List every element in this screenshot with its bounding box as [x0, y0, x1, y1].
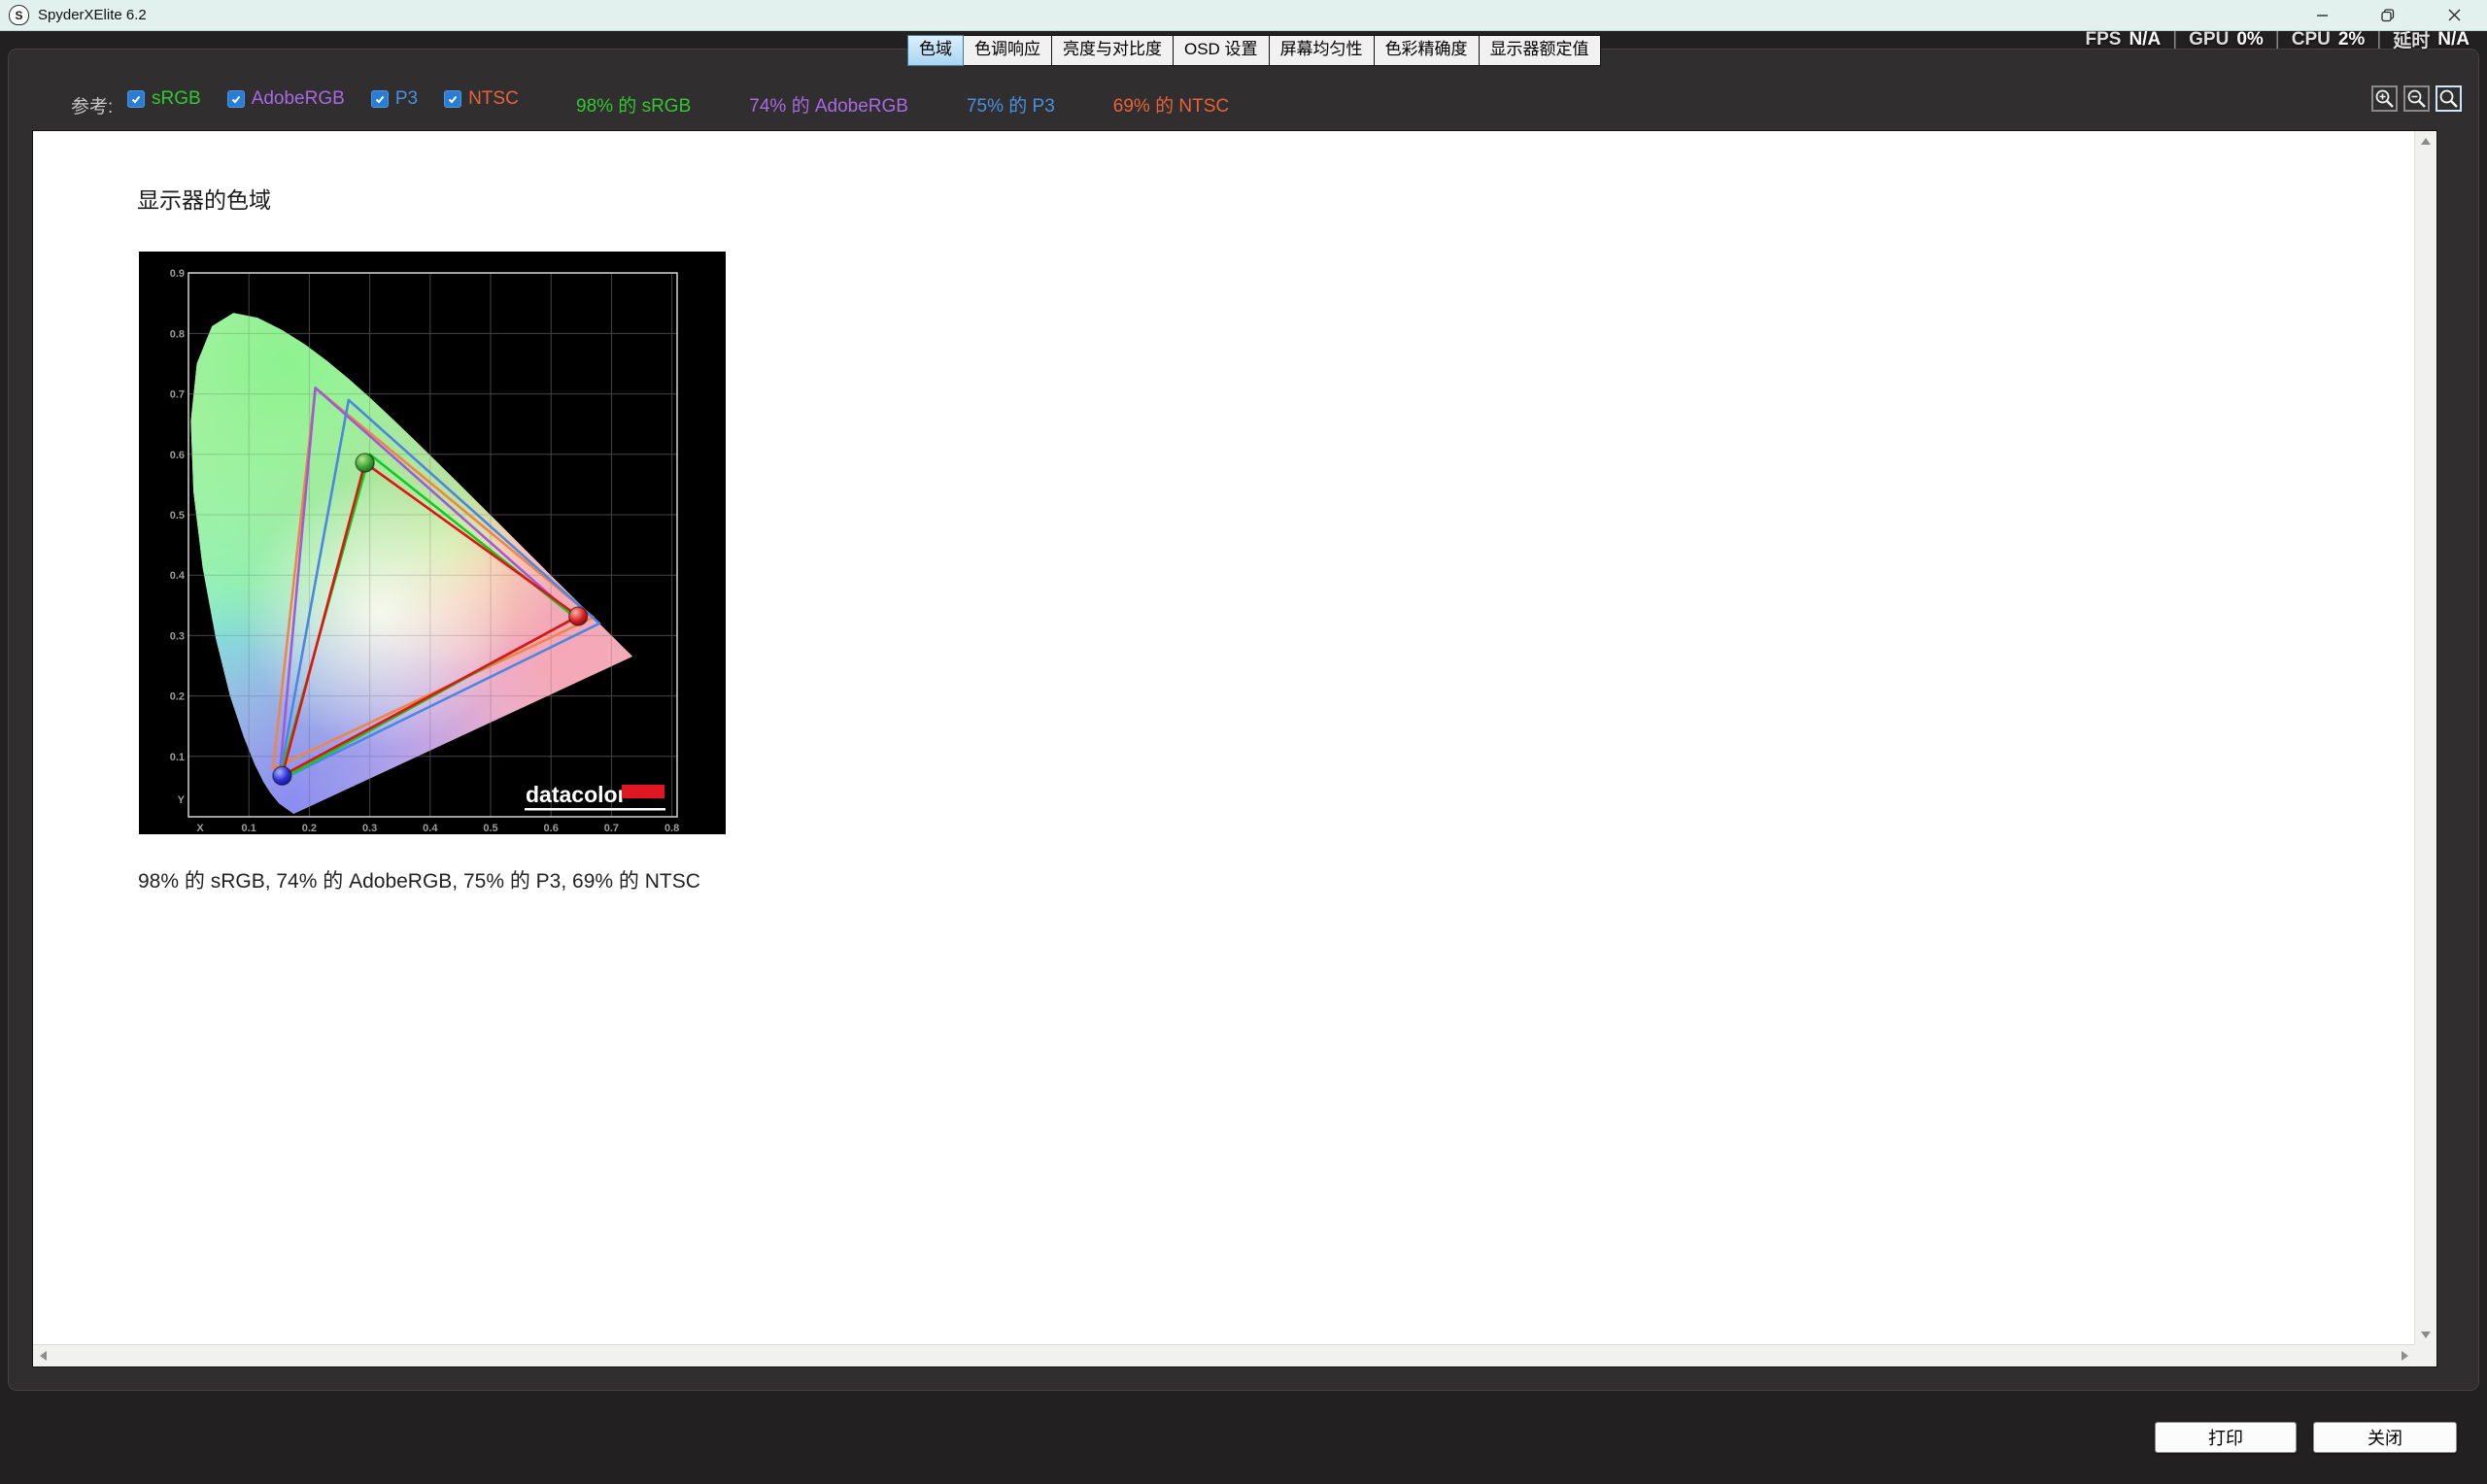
- tab-osd-settings[interactable]: OSD 设置: [1173, 35, 1270, 66]
- axis-tick-label: 0.6: [544, 823, 559, 834]
- axis-tick-label: 0.5: [483, 823, 497, 834]
- tab-tone-response[interactable]: 色调响应: [963, 35, 1052, 66]
- scroll-left-icon[interactable]: [40, 1351, 47, 1361]
- gamut-summary-text: 98% 的 sRGB, 74% 的 AdobeRGB, 75% 的 P3, 69…: [138, 870, 700, 893]
- zoom-out-icon: [2407, 89, 2426, 108]
- axis-tick-label: 0.5: [170, 510, 185, 522]
- reference-name-ntsc: NTSC: [468, 88, 519, 109]
- perf-separator: |: [2172, 28, 2178, 50]
- tab-bar: 色域 色调响应 亮度与对比度 OSD 设置 屏幕均匀性 色彩精确度 显示器额定值: [907, 35, 1601, 66]
- page-title: 显示器的色域: [137, 187, 271, 213]
- tab-gamut[interactable]: 色域: [907, 35, 964, 66]
- close-icon: [2448, 9, 2460, 21]
- axis-tick-label: 0.9: [170, 268, 185, 280]
- perf-value: 2%: [2337, 28, 2366, 50]
- perf-separator: |: [2274, 28, 2280, 50]
- tab-screen-uniformity[interactable]: 屏幕均匀性: [1268, 35, 1375, 66]
- scroll-right-icon[interactable]: [2402, 1351, 2408, 1361]
- blue-primary-marker: [272, 765, 292, 786]
- coverage-srgb: 98% 的 sRGB: [576, 96, 692, 117]
- red-primary-marker: [567, 606, 589, 626]
- perf-label: GPU: [2189, 28, 2230, 50]
- axis-tick-label: 0.6: [170, 450, 185, 461]
- axis-tick-label: 0.3: [170, 630, 185, 642]
- reference-option-ntsc: NTSC: [444, 88, 519, 110]
- zoom-in-icon: [2375, 89, 2394, 108]
- perf-value: N/A: [2437, 28, 2470, 50]
- reference-checkbox-adobergb[interactable]: [226, 90, 245, 108]
- scroll-down-icon[interactable]: [2421, 1332, 2431, 1338]
- reference-option-p3: P3: [370, 88, 419, 110]
- reference-name-adobergb: AdobeRGB: [251, 88, 345, 109]
- vertical-scrollbar[interactable]: [2414, 131, 2436, 1345]
- axis-tick-label: 0.8: [170, 328, 185, 340]
- axis-tick-label: X: [196, 823, 204, 834]
- scrollbar-corner: [2415, 1345, 2436, 1366]
- reference-name-p3: P3: [394, 88, 419, 109]
- datacolor-logo-redbar: [622, 785, 664, 798]
- gamut-coverage-readouts: 98% 的 sRGB 74% 的 AdobeRGB 75% 的 P3 69% 的 NT…: [576, 91, 1229, 118]
- zoom-in-button[interactable]: [2371, 85, 2398, 112]
- reference-label: 参考:: [71, 97, 114, 118]
- reference-checkbox-srgb[interactable]: [127, 90, 145, 108]
- reference-option-adobergb: AdobeRGB: [226, 88, 345, 110]
- zoom-reset-button[interactable]: [2436, 85, 2462, 112]
- perf-value: 0%: [2236, 28, 2264, 50]
- performance-overlay: FPS N/A | GPU 0% | CPU 2% | 延时 N/A: [2086, 26, 2470, 52]
- axis-tick-label: 0.1: [242, 823, 256, 834]
- horizontal-scrollbar[interactable]: [33, 1344, 2415, 1366]
- zoom-out-button[interactable]: [2403, 85, 2430, 112]
- reference-checkbox-group: sRGB AdobeRGB P3 NTSC: [127, 88, 519, 110]
- axis-tick-label: 0.8: [664, 823, 679, 834]
- checkmark-icon: [231, 95, 240, 104]
- reference-checkbox-ntsc[interactable]: [444, 90, 462, 108]
- axis-tick-label: Y: [178, 794, 186, 806]
- zoom-tools: [2371, 85, 2462, 112]
- axis-tick-label: 0.7: [170, 389, 185, 401]
- green-primary-marker: [355, 453, 375, 473]
- coverage-ntsc: 69% 的 NTSC: [1112, 96, 1230, 117]
- axis-tick-label: 0.4: [170, 570, 186, 582]
- print-button[interactable]: 打印: [2155, 1422, 2297, 1453]
- reference-option-srgb: sRGB: [127, 88, 201, 110]
- app-window: S SpyderXElite 6.2 FPS N/A | GPU 0% | CPU 2% | 延: [0, 0, 2487, 1484]
- axis-tick-label: 0.1: [170, 752, 185, 763]
- minimize-icon: [2316, 15, 2328, 17]
- cie-chromaticity-chart: datacolor 0.1 0.2 0.3 0.4 0.5 0.6 0.7 0.8 0.1 0.2…: [139, 252, 726, 834]
- tab-brightness-contrast[interactable]: 亮度与对比度: [1051, 35, 1174, 66]
- axis-tick-label: 0.4: [423, 823, 438, 834]
- axis-tick-label: 0.7: [604, 823, 619, 834]
- reference-name-srgb: sRGB: [152, 88, 201, 109]
- perf-value: N/A: [2129, 28, 2162, 50]
- close-dialog-button[interactable]: 关闭: [2313, 1422, 2457, 1453]
- axis-tick-label: 0.2: [302, 823, 317, 834]
- checkmark-icon: [131, 95, 141, 104]
- reference-checkbox-p3[interactable]: [370, 90, 389, 108]
- checkmark-icon: [375, 95, 385, 104]
- tab-monitor-ratings[interactable]: 显示器额定值: [1478, 35, 1601, 66]
- perf-label: 延时: [2393, 31, 2431, 51]
- checkmark-icon: [448, 95, 458, 104]
- tab-color-accuracy[interactable]: 色彩精确度: [1373, 35, 1480, 66]
- report-content-area: 显示器的色域 datacolor 0.1 0.2 0.3 0.4 0.5 0.6…: [32, 130, 2437, 1367]
- perf-label: CPU: [2291, 28, 2331, 50]
- axis-tick-label: 0.3: [362, 823, 377, 834]
- scroll-up-icon[interactable]: [2421, 138, 2431, 145]
- datacolor-logo-text: datacolor: [526, 782, 627, 807]
- restore-icon: [2381, 8, 2395, 21]
- zoom-reset-icon: [2439, 89, 2458, 108]
- coverage-adobergb: 74% 的 AdobeRGB: [749, 96, 908, 117]
- spyder-app-icon: S: [9, 5, 29, 25]
- perf-label: FPS: [2085, 28, 2122, 50]
- window-title: SpyderXElite 6.2: [38, 7, 147, 23]
- perf-separator: |: [2376, 28, 2382, 50]
- axis-tick-label: 0.2: [170, 691, 185, 703]
- coverage-p3: 75% 的 P3: [966, 96, 1055, 117]
